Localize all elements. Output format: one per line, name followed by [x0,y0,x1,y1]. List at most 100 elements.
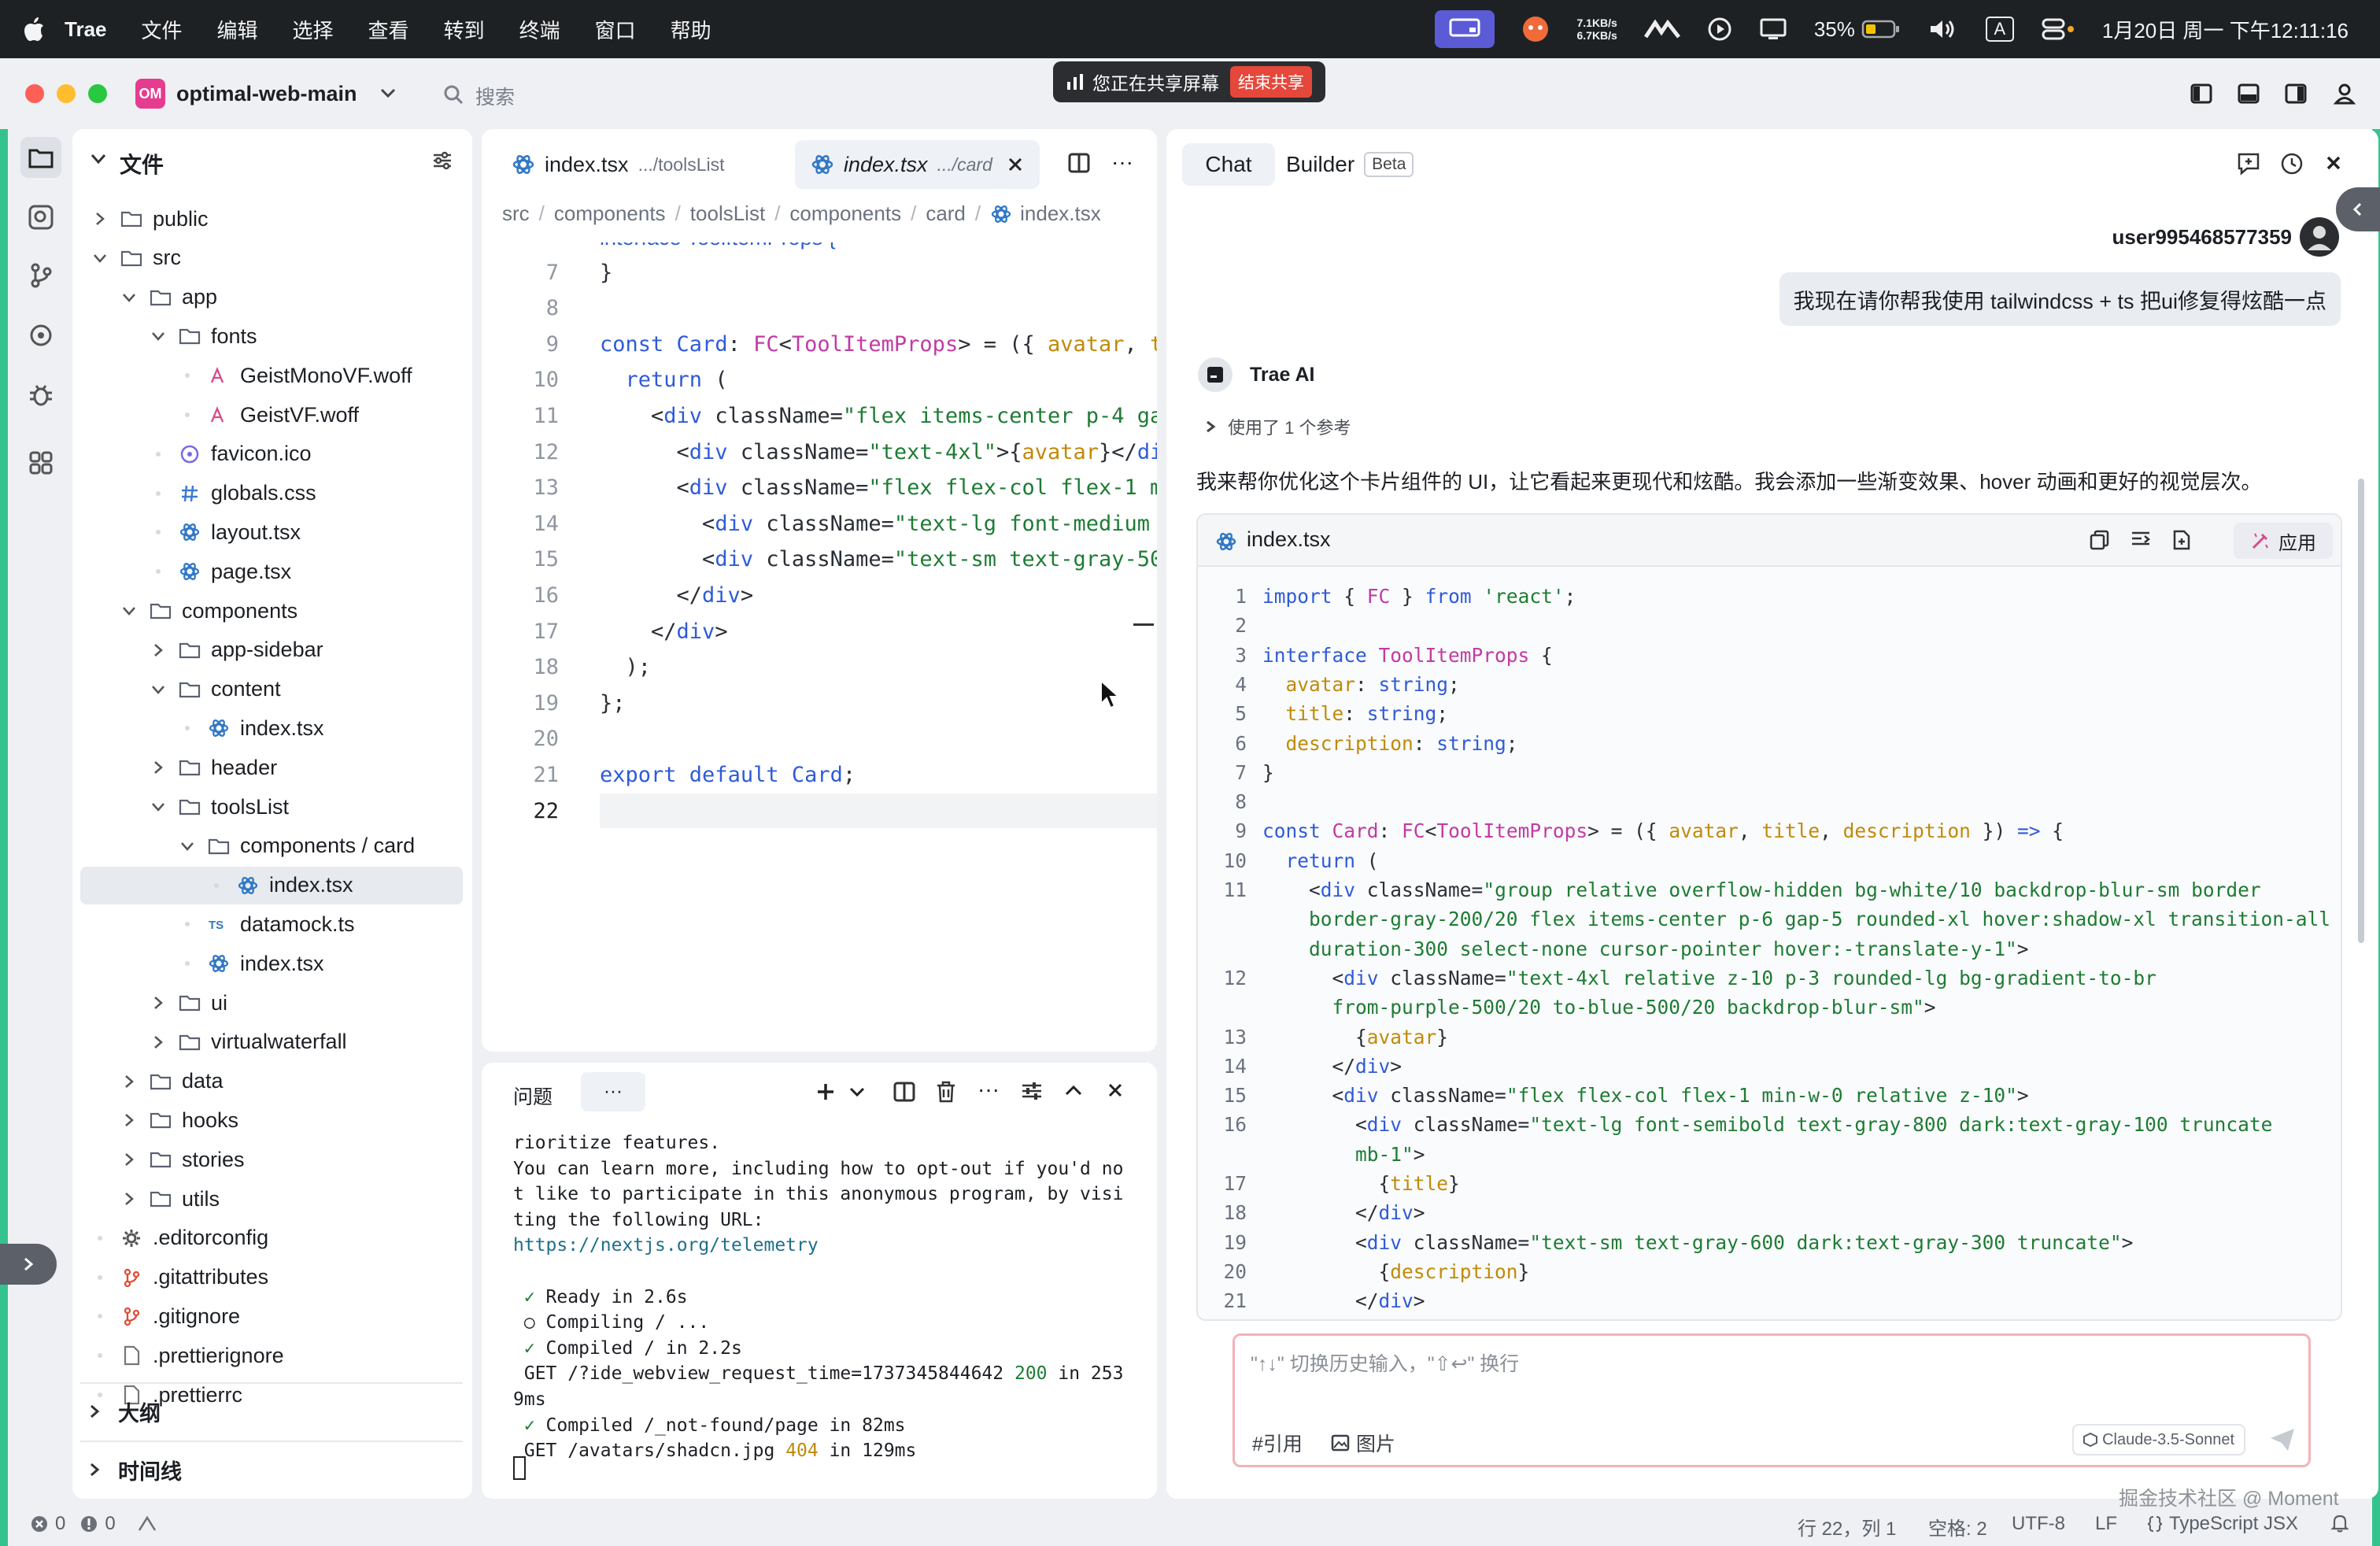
menu-terminal[interactable]: 终端 [519,15,560,44]
cursor-position[interactable]: 行 22，列 1 [1798,1513,1896,1540]
reference-button[interactable]: #引用 [1252,1429,1303,1457]
search-code-icon[interactable] [20,197,61,238]
menu-go[interactable]: 转到 [444,15,485,44]
line-ending[interactable]: LF [2095,1513,2117,1535]
cat-app-icon[interactable] [1521,15,1550,43]
tree-file[interactable]: layout.tsx [80,513,463,551]
cloud-app-icon[interactable] [1643,18,1680,40]
menu-file[interactable]: 文件 [142,15,183,44]
menu-selection[interactable]: 选择 [293,15,334,44]
tree-folder[interactable]: stories [80,1141,463,1178]
breadcrumb-item[interactable]: src [502,202,530,226]
menu-help[interactable]: 帮助 [671,15,711,44]
split-terminal-icon[interactable] [893,1080,916,1104]
menu-edit[interactable]: 编辑 [217,15,258,44]
settings-sliders-icon[interactable] [1020,1080,1044,1102]
menu-view[interactable]: 查看 [368,15,409,44]
tree-file[interactable]: index.tsx [80,866,463,904]
tree-file[interactable]: GeistMonoVF.woff [80,357,463,394]
tree-file[interactable]: favicon.ico [80,435,463,473]
trash-icon[interactable] [935,1080,957,1104]
remote-icon[interactable] [20,315,61,356]
chevron-down-icon[interactable] [90,153,107,165]
chat-scrollbar[interactable] [2358,479,2364,943]
tree-file[interactable]: index.tsx [80,709,463,747]
indentation[interactable]: 空格: 2 [1928,1513,1987,1540]
play-icon[interactable] [1707,17,1732,42]
history-icon[interactable] [2279,151,2304,176]
tree-folder[interactable]: toolsList [80,788,463,826]
project-name[interactable]: optimal-web-main [176,82,357,106]
search-icon[interactable] [442,83,464,105]
chat-input[interactable]: "↑↓" 切换历史输入，"⇧↩" 换行 #引用 图片 Claude-3.5-So… [1232,1333,2311,1467]
tree-folder[interactable]: components [80,592,463,630]
close-icon[interactable] [2325,154,2342,172]
tree-folder[interactable]: virtualwaterfall [80,1023,463,1061]
tree-file[interactable]: page.tsx [80,553,463,590]
control-center-icon[interactable] [2041,17,2075,42]
tree-folder[interactable]: header [80,749,463,786]
tree-file[interactable]: index.tsx [80,945,463,982]
editor-tab-card[interactable]: index.tsx .../card [795,140,1040,189]
code-area[interactable]: interface ToolItemProps { 7} 8 9 const Card… [482,242,1157,1037]
expand-left-tab[interactable] [0,1244,57,1285]
explorer-icon[interactable] [20,137,61,178]
tree-folder[interactable]: data [80,1063,463,1100]
breadcrumb-item[interactable]: components [789,202,901,226]
search-input[interactable]: 搜索 [475,82,515,110]
tree-folder[interactable]: public [80,200,463,238]
tree-folder[interactable]: src [80,239,463,277]
chevron-down-icon[interactable] [848,1086,866,1099]
volume-icon[interactable] [1927,17,1959,42]
tab-problems[interactable]: 问题 [513,1082,552,1110]
toggle-right-panel-icon[interactable] [2284,82,2308,105]
terminal-link[interactable]: https://nextjs.org/telemetry [513,1235,819,1256]
tree-folder[interactable]: content [80,671,463,708]
insert-code-icon[interactable] [2130,529,2152,551]
toggle-bottom-panel-icon[interactable] [2237,82,2260,105]
timeline-section[interactable]: 时间线 [80,1441,463,1497]
close-panel-icon[interactable] [1107,1082,1124,1099]
extensions-icon[interactable] [20,442,61,483]
tree-folder[interactable]: app [80,279,463,316]
tree-folder[interactable]: fonts [80,317,463,355]
encoding[interactable]: UTF-8 [2012,1513,2065,1535]
terminal-output[interactable]: rioritize features. You can learn more, i… [513,1130,1143,1464]
split-editor-icon[interactable] [1067,151,1091,175]
collapse-right-tab[interactable] [2336,187,2380,231]
apple-icon[interactable] [22,16,65,43]
display-icon[interactable] [1759,17,1787,42]
tree-file[interactable]: globals.css [80,475,463,512]
source-control-icon[interactable] [20,255,61,296]
menu-window[interactable]: 窗口 [595,15,636,44]
menu-app-name[interactable]: Trae [65,17,107,42]
battery[interactable]: 35% [1814,17,1901,42]
more-actions-icon[interactable]: ··· [978,1077,1000,1102]
tab-builder[interactable]: Builder Beta [1286,143,1414,186]
add-terminal-icon[interactable] [815,1082,836,1102]
apply-button[interactable]: 应用 [2234,523,2333,559]
new-chat-icon[interactable] [2235,151,2262,176]
minimize-window-button[interactable] [57,84,76,103]
maximize-panel-icon[interactable] [1064,1083,1083,1097]
filter-icon[interactable] [431,150,453,172]
breadcrumb-item[interactable]: card [926,202,966,226]
project-badge[interactable]: OM [135,79,165,109]
tree-file[interactable]: .gitattributes [80,1259,463,1296]
close-window-button[interactable] [25,84,44,103]
tree-file[interactable]: TS datamock.ts [80,905,463,943]
toggle-left-panel-icon[interactable] [2190,82,2213,105]
zoom-window-button[interactable] [88,84,107,103]
tree-file[interactable]: .gitignore [80,1297,463,1335]
chevron-down-icon[interactable] [379,87,397,99]
screen-share-status-icon[interactable] [1435,10,1495,48]
account-icon[interactable] [2333,82,2356,105]
tree-folder[interactable]: utils [80,1180,463,1218]
copy-icon[interactable] [2089,529,2111,551]
outline-section[interactable]: 大纲 [80,1382,463,1439]
tree-folder[interactable]: hooks [80,1101,463,1139]
datetime[interactable]: 1月20日 周一 下午12:11:16 [2102,15,2349,44]
debug-icon[interactable] [20,375,61,416]
breadcrumb-item[interactable]: toolsList [690,202,765,226]
tree-folder[interactable]: ui [80,984,463,1022]
